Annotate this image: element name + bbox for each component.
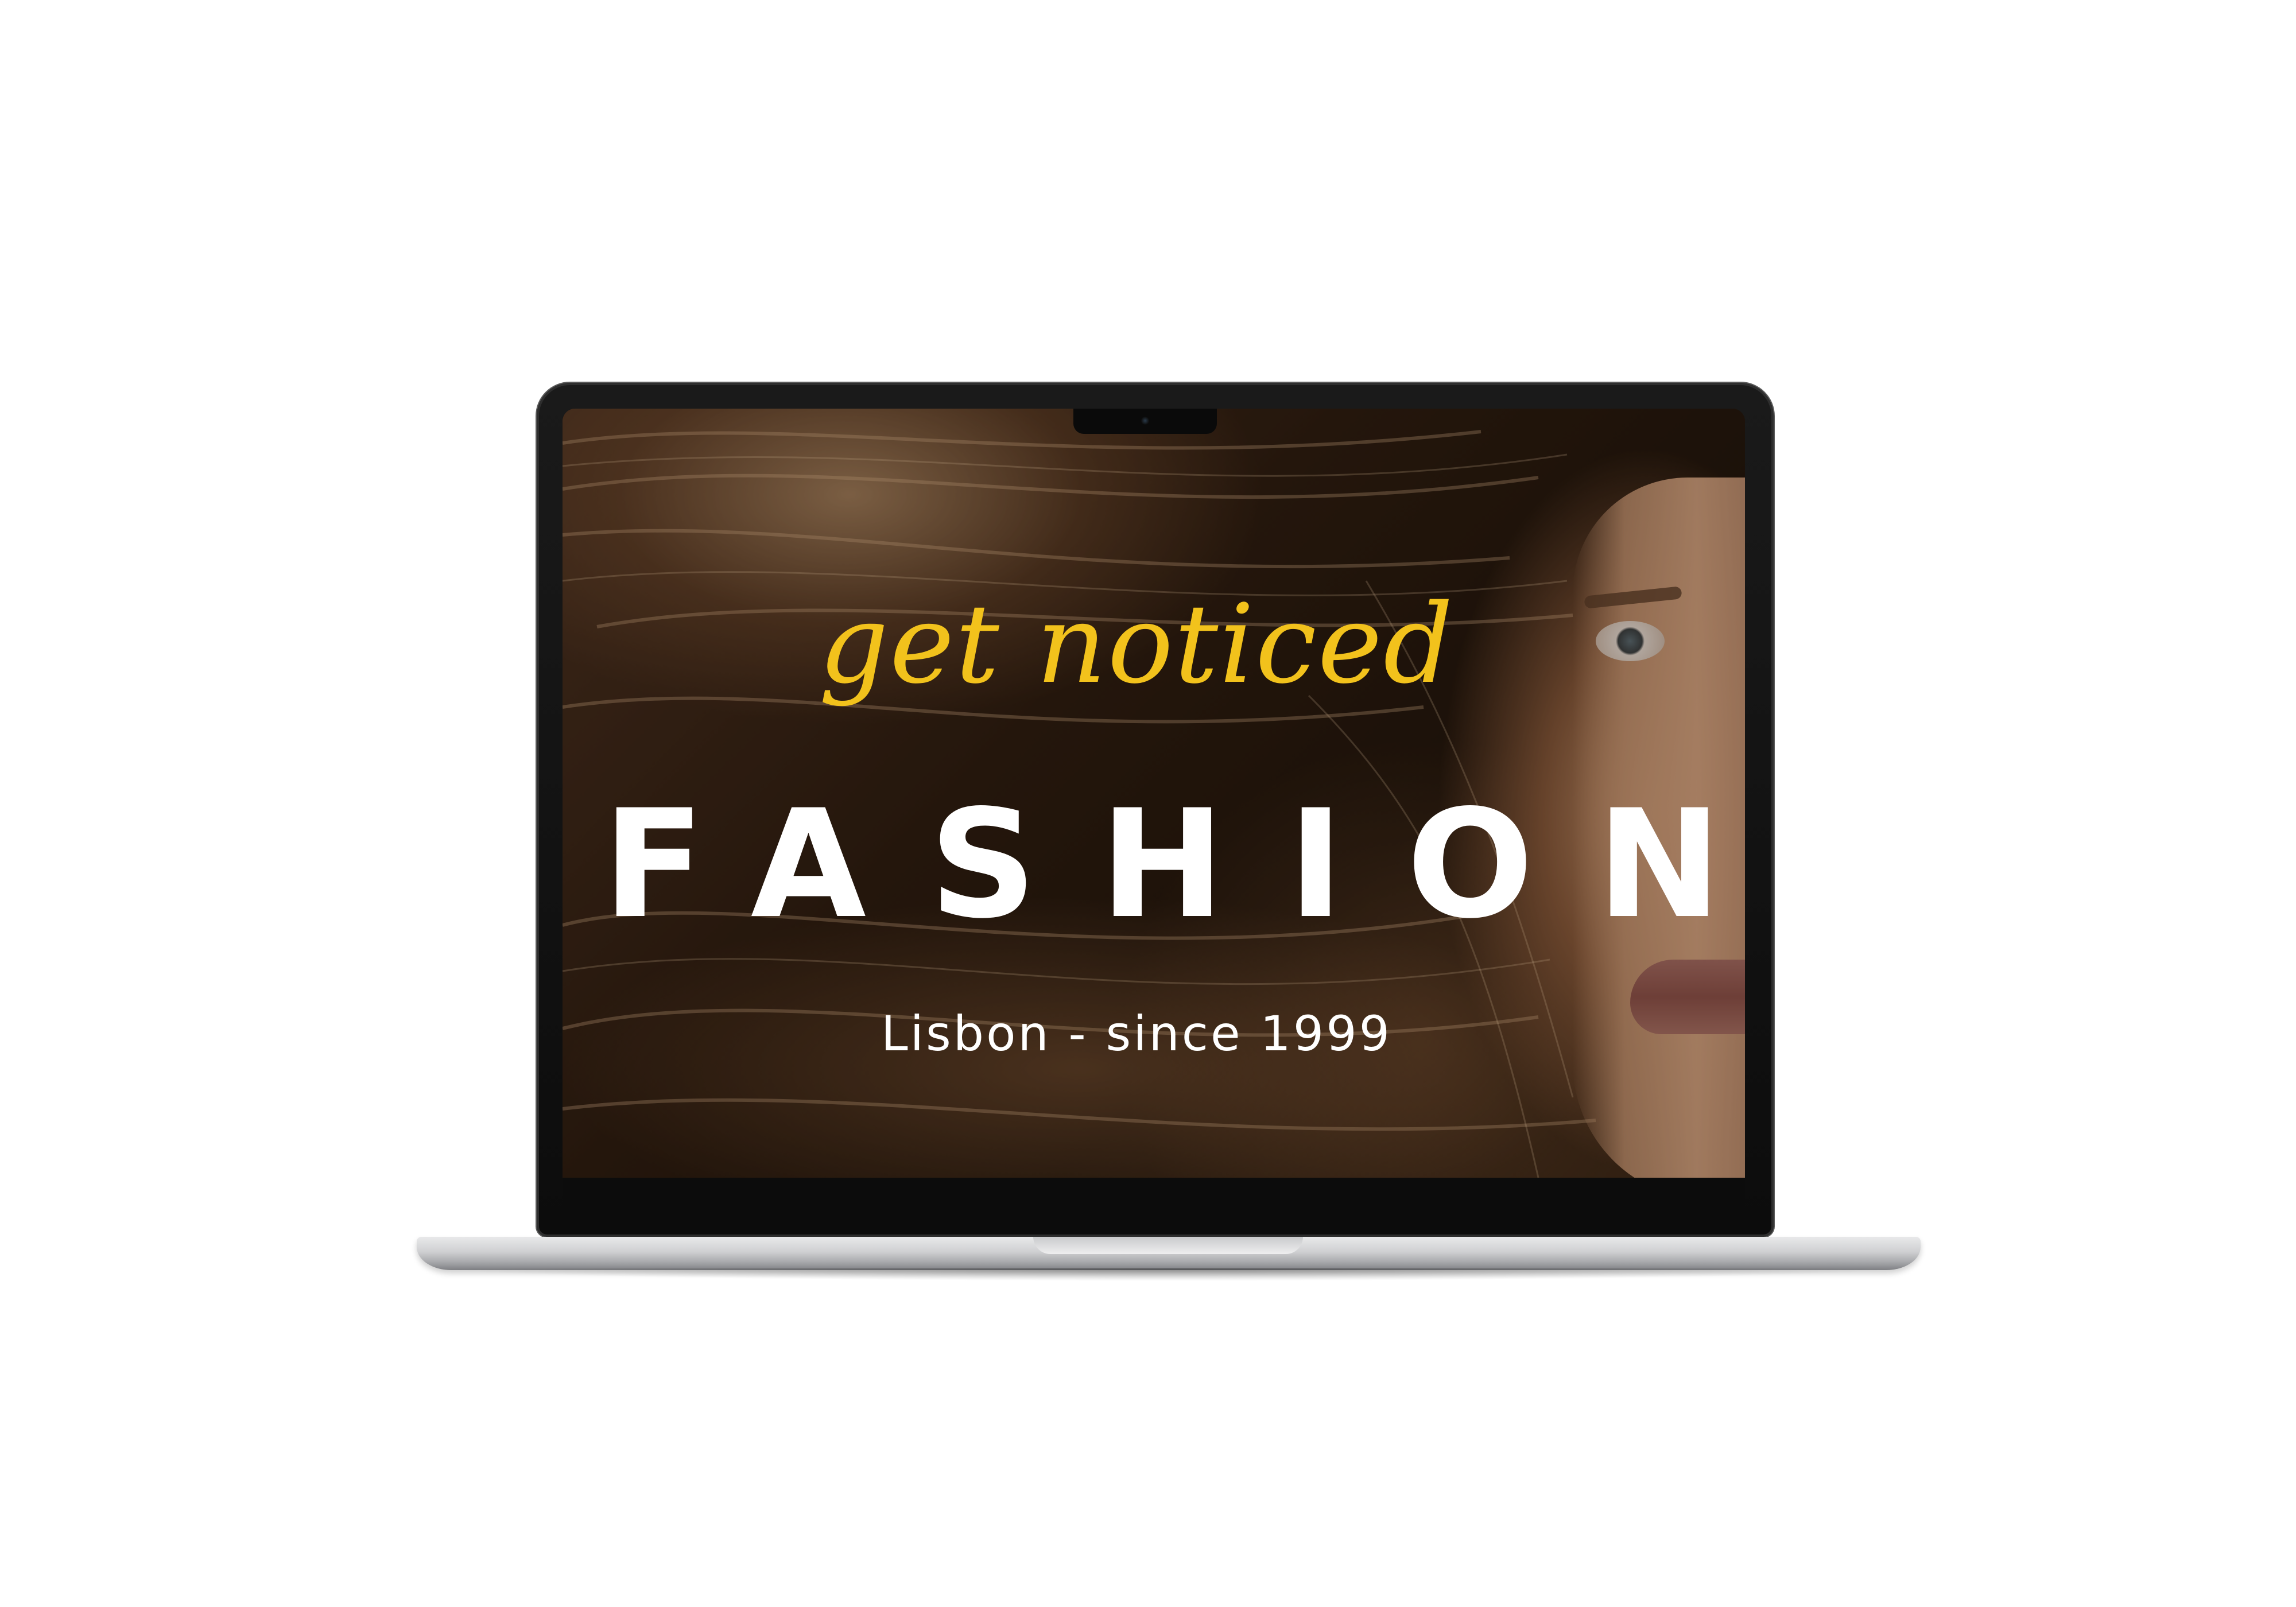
- mockup-stage: get noticed FASHION Lisbon - since 1999: [0, 0, 2296, 1607]
- laptop-screen: get noticed FASHION Lisbon - since 1999: [563, 409, 1745, 1178]
- hero-subline: Lisbon - since 1999: [881, 1006, 1393, 1062]
- laptop-shadow: [436, 1268, 1900, 1281]
- hero-tagline: get noticed: [819, 581, 1455, 708]
- hero-headline: FASHION: [603, 778, 1745, 952]
- camera-icon: [1141, 417, 1149, 425]
- laptop-opening-notch: [1033, 1237, 1303, 1254]
- screen-notch: [1073, 409, 1217, 434]
- laptop-bottom-bezel: [563, 1178, 1745, 1229]
